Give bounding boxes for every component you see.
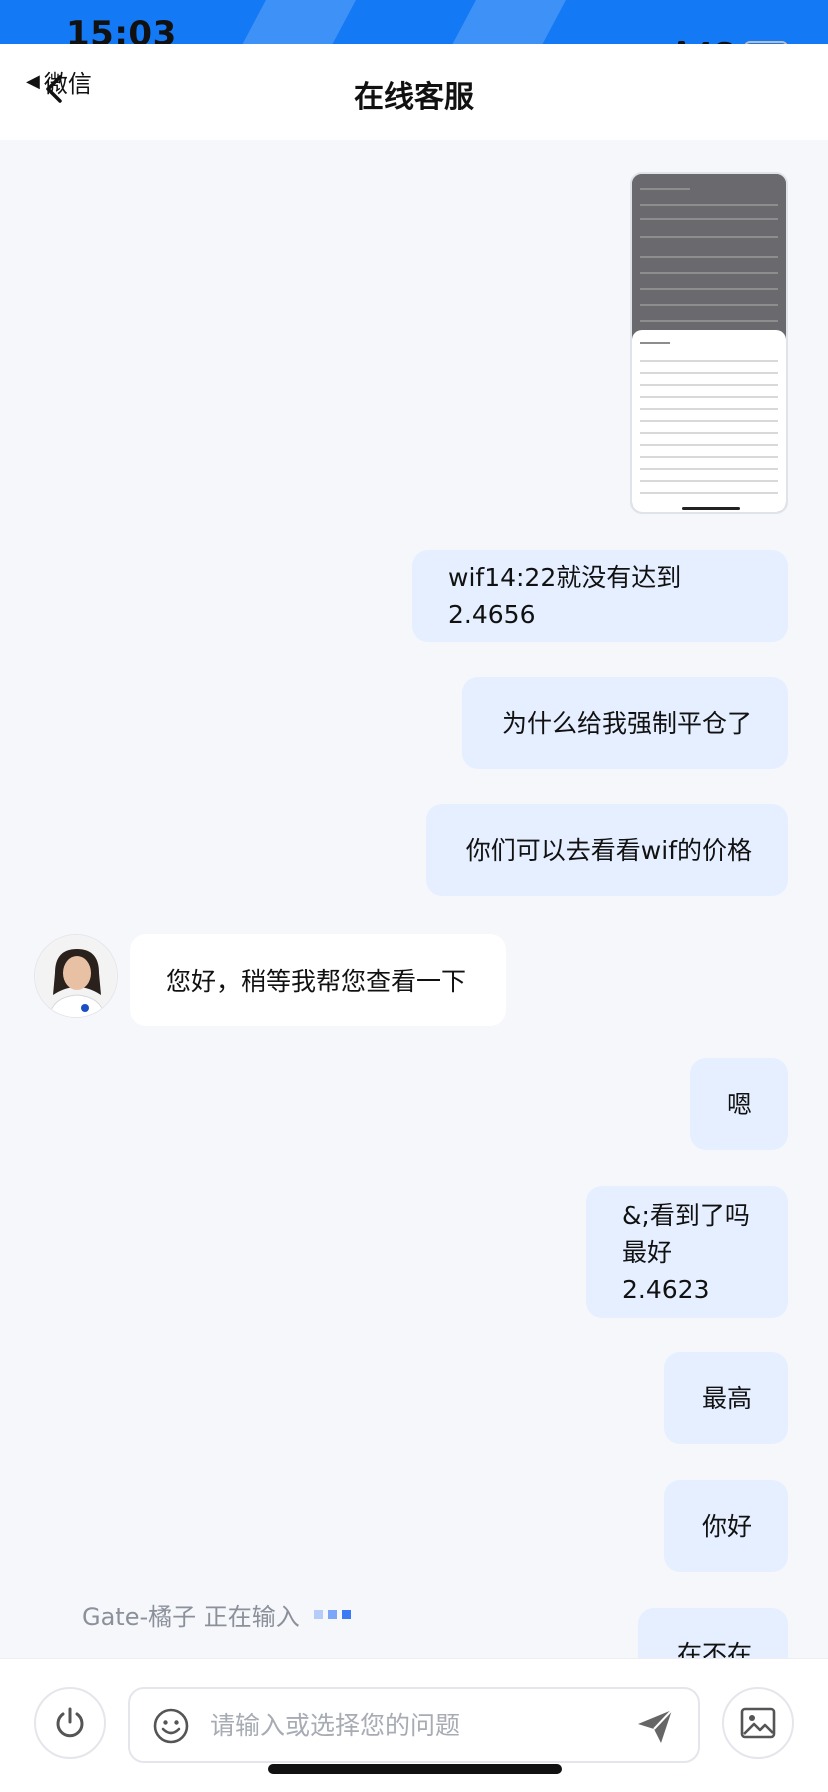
message-input-box[interactable] — [128, 1687, 700, 1763]
image-icon — [740, 1707, 776, 1739]
typing-indicator: Gate-橘子 正在输入 — [82, 1597, 351, 1632]
send-image-button[interactable] — [722, 1687, 794, 1759]
outgoing-message[interactable]: 为什么给我强制平仓了 — [462, 677, 788, 769]
typing-text: Gate-橘子 正在输入 — [82, 1603, 300, 1631]
outgoing-message[interactable]: 在不在 — [638, 1608, 788, 1658]
emoji-icon[interactable] — [152, 1707, 190, 1745]
outgoing-message[interactable]: wif14:22就没有达到2.4656 — [412, 550, 788, 642]
home-indicator — [268, 1764, 562, 1774]
incoming-message[interactable]: 您好，稍等我帮您查看一下 — [130, 934, 506, 1026]
message-text: wif14:22就没有达到2.4656 — [448, 563, 682, 629]
message-text: 在不在 — [676, 1639, 752, 1659]
typing-dots-icon — [313, 1610, 351, 1619]
agent-avatar-image — [35, 935, 117, 1017]
outgoing-message[interactable]: &;看到了吗 最好2.4623 — [586, 1186, 788, 1318]
message-text: 你们可以去看看wif的价格 — [465, 835, 752, 865]
page-title: 在线客服 — [354, 80, 474, 115]
outgoing-message[interactable]: 最高 — [664, 1352, 788, 1444]
outgoing-message[interactable]: 嗯 — [690, 1058, 788, 1150]
message-text-line: 最好2.4623 — [622, 1237, 710, 1304]
message-text: 你好 — [701, 1511, 752, 1541]
chat-messages[interactable]: wif14:22就没有达到2.4656 为什么给我强制平仓了 你们可以去看看wi… — [0, 140, 828, 1658]
nav-bar: ◀ 微信 在线客服 — [0, 44, 828, 140]
message-text: 为什么给我强制平仓了 — [501, 708, 752, 738]
send-icon[interactable] — [634, 1705, 676, 1747]
agent-avatar[interactable] — [34, 934, 118, 1018]
outgoing-message[interactable]: 你们可以去看看wif的价格 — [426, 804, 788, 896]
message-text: 您好，稍等我帮您查看一下 — [166, 967, 467, 996]
thumb-history-section — [632, 174, 786, 334]
thumb-detail-sheet — [632, 330, 786, 512]
message-text: 嗯 — [726, 1089, 752, 1119]
message-text-line: &;看到了吗 — [622, 1200, 750, 1230]
message-text: 最高 — [701, 1383, 752, 1413]
outgoing-message[interactable]: 你好 — [664, 1480, 788, 1572]
power-icon — [56, 1707, 84, 1738]
screenshot-image-message[interactable] — [630, 172, 788, 514]
message-input[interactable] — [210, 1703, 610, 1747]
end-chat-button[interactable] — [34, 1687, 106, 1759]
